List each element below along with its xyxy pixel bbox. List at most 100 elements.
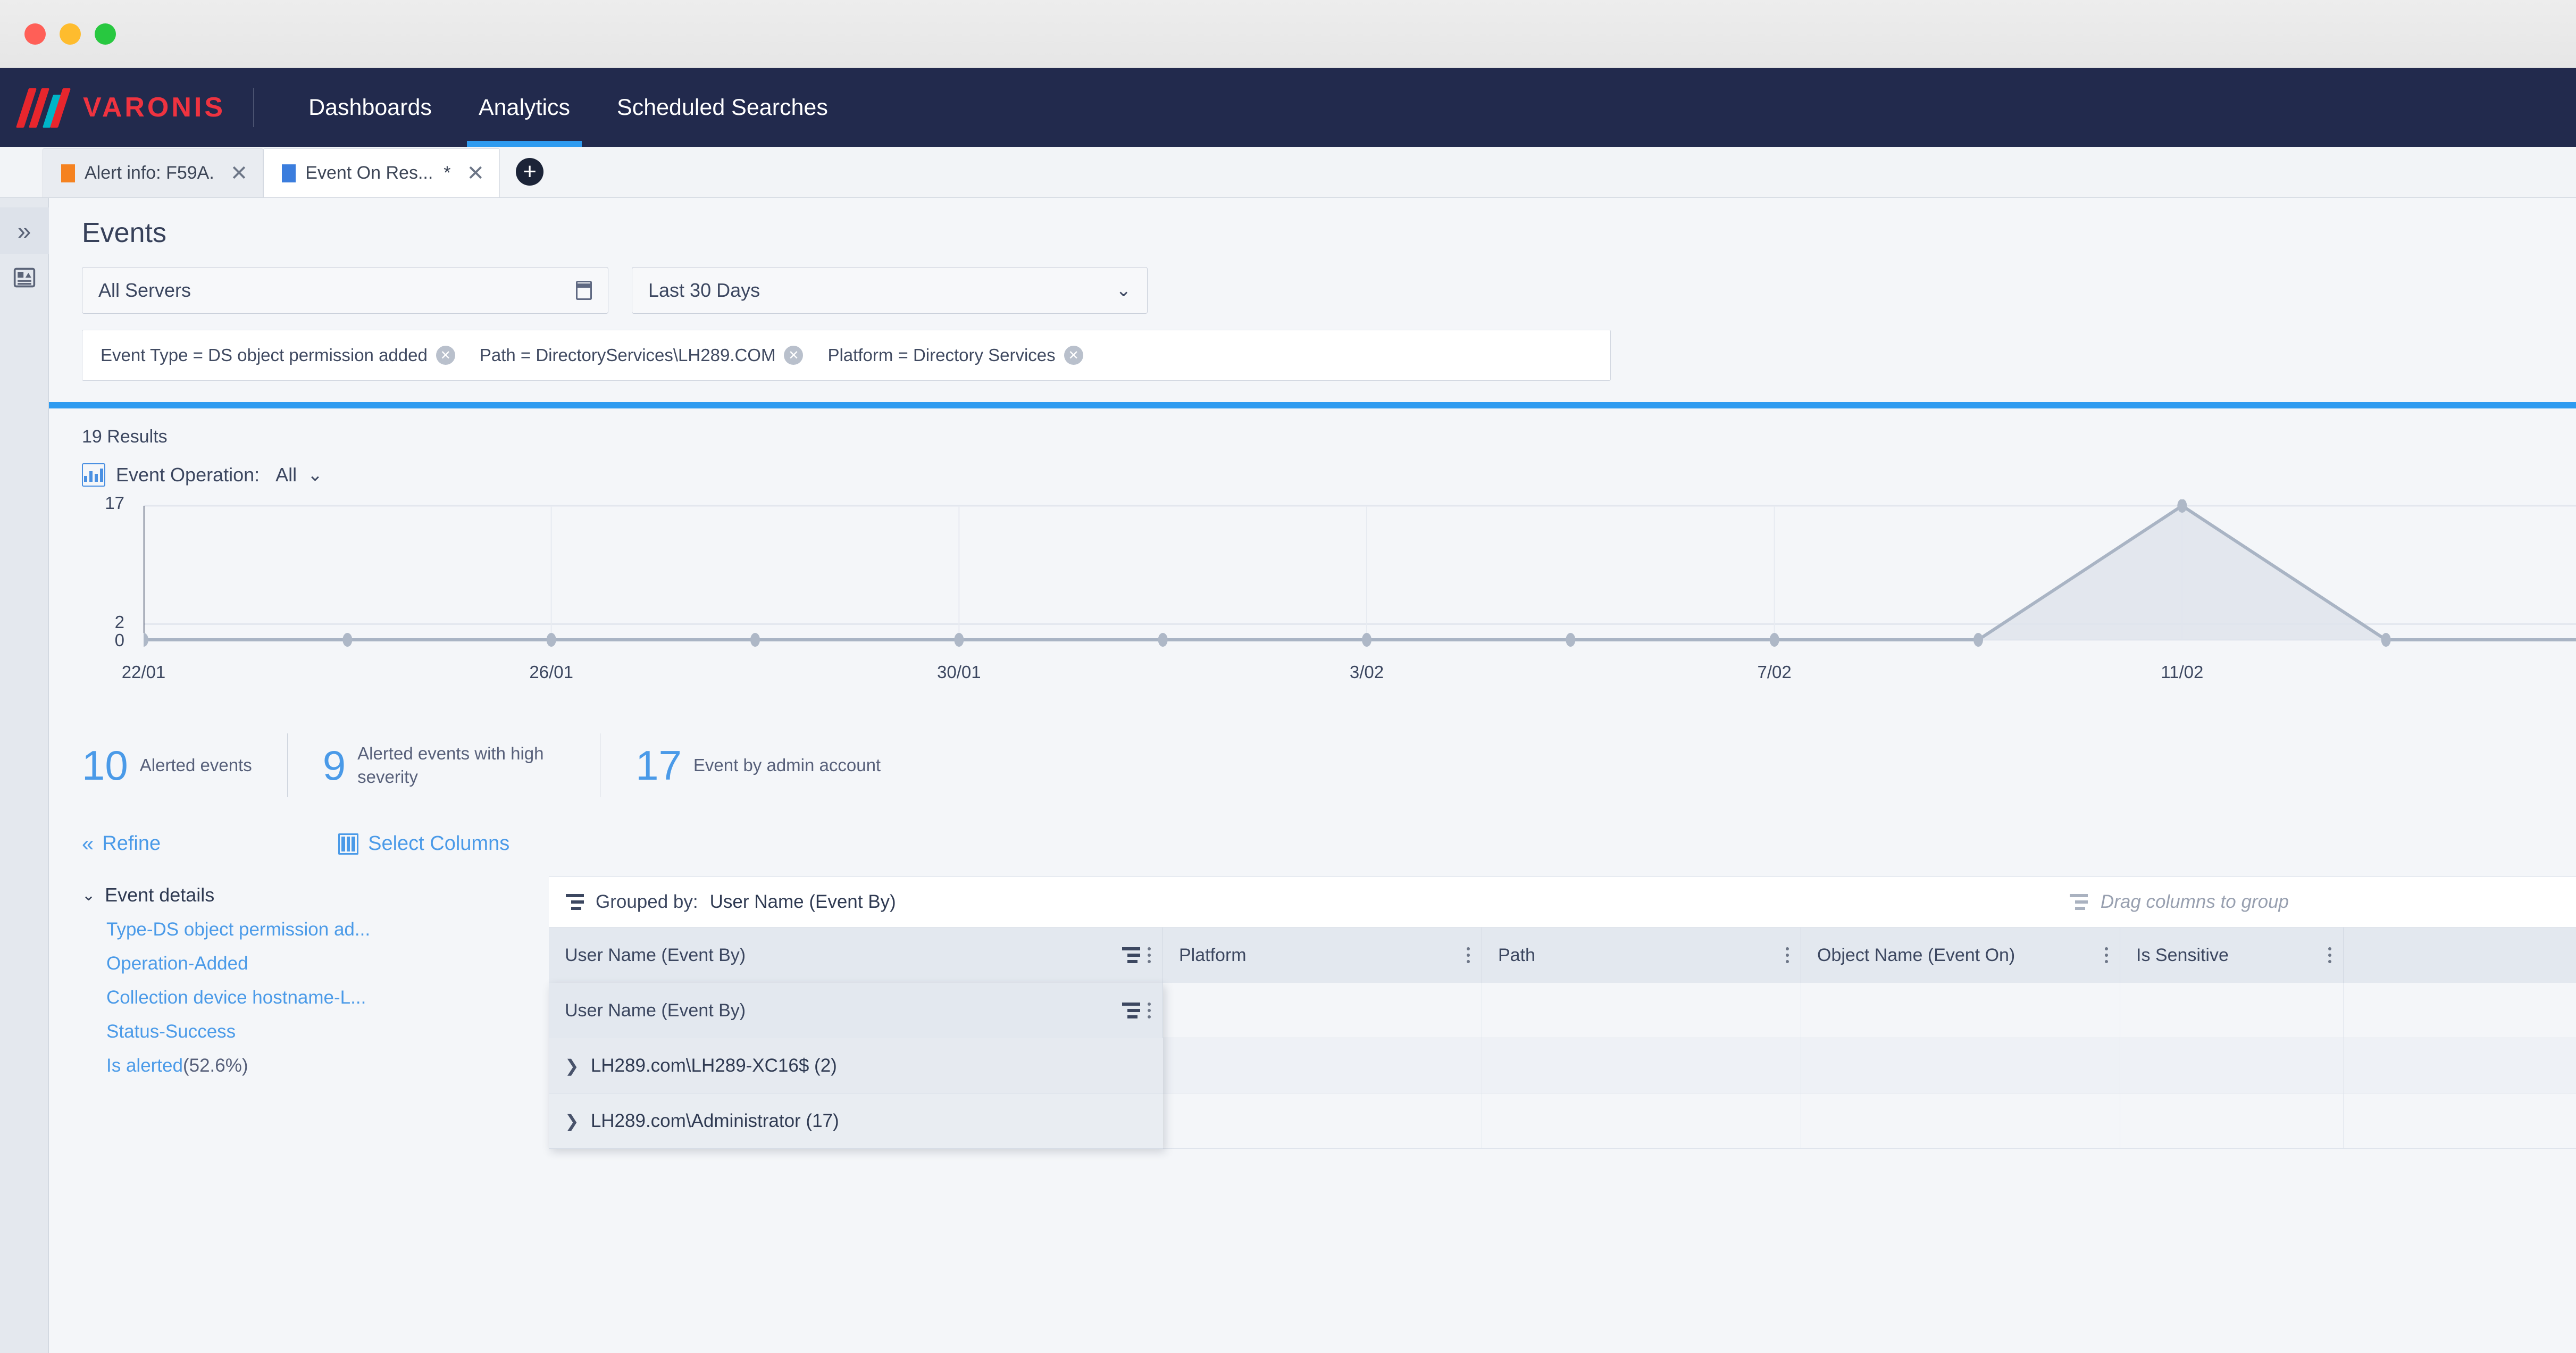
column-menu-icon[interactable] [1467,947,1470,963]
table-cell [1801,983,2120,1038]
nav-item-scheduled-searches[interactable]: Scheduled Searches [593,68,851,147]
group-icon[interactable] [1122,1003,1140,1018]
group-placeholder-icon [2070,894,2088,910]
grid-actions-row: « Refine Select Columns [49,797,2576,855]
chevron-double-left-icon: « [82,833,94,855]
close-window-button[interactable] [24,23,46,45]
y-axis-tick-2: 2 [82,612,124,632]
column-menu-icon[interactable] [2105,947,2108,963]
refine-sidebar: ⌄ Event details Type-DS object permissio… [49,876,549,1149]
chevron-double-right-icon: » [18,219,31,243]
table-cell [1482,1038,1801,1093]
grouped-by-indicator[interactable]: Grouped by: User Name (Event By) [549,891,896,913]
tab-color-swatch-icon [282,164,296,182]
select-columns-label: Select Columns [368,832,509,855]
server-scope-value: All Servers [98,279,191,302]
filter-chip-event-type[interactable]: Event Type = DS object permission added … [101,345,455,365]
close-icon[interactable]: ✕ [467,163,485,184]
tab-event-on-resource[interactable]: Event On Res... * ✕ [263,148,500,197]
column-header-label: User Name (Event By) [565,945,746,966]
refine-item-operation[interactable]: Operation-Added [82,940,549,974]
chevron-down-icon: ⌄ [307,464,323,486]
columns-icon [338,833,358,855]
grid-header-cell[interactable]: Is Sensitive [2120,928,2344,983]
tab-color-swatch-icon [61,164,75,182]
refine-item-is-alerted[interactable]: Is alerted(52.6%) [82,1042,549,1076]
refine-item-status[interactable]: Status-Success [82,1008,549,1042]
time-range-select[interactable]: Last 30 Days ⌄ [632,267,1148,314]
tab-label: Event On Res... [305,163,433,183]
varonis-logo[interactable]: VARONIS [0,87,225,128]
column-header-label: User Name (Event By) [565,1000,746,1021]
minimize-window-button[interactable] [60,23,81,45]
nav-item-dashboards[interactable]: Dashboards [285,68,455,147]
table-cell [1801,1038,2120,1093]
filter-chip-label: Path = DirectoryServices\LH289.COM [480,345,776,365]
close-icon[interactable]: ✕ [230,163,248,184]
refine-section-event-details[interactable]: ⌄ Event details [82,876,549,906]
refine-item-label: Is alerted [106,1055,183,1076]
column-menu-icon[interactable] [1786,947,1789,963]
remove-filter-icon[interactable]: ✕ [436,346,455,365]
page-title: Events [49,198,2576,249]
refine-label: Refine [102,832,161,855]
y-axis-tick-17: 17 [82,493,124,513]
add-tab-button[interactable]: + [516,158,543,186]
filter-chip-platform[interactable]: Platform = Directory Services ✕ [827,345,1083,365]
chevron-right-icon[interactable]: ❯ [565,1111,579,1131]
column-header-label: Platform [1179,945,1247,966]
kpi-events-by-admin-account: 17 Event by admin account [635,745,916,786]
chevron-right-icon[interactable]: ❯ [565,1056,579,1076]
results-count: 19 Results [49,408,2576,447]
expand-panel-button[interactable]: » [0,207,49,254]
saved-reports-button[interactable] [0,254,49,301]
refine-item-type[interactable]: Type-DS object permission ad... [82,906,549,940]
tab-alert-info[interactable]: Alert info: F59A. ✕ [43,148,263,197]
server-scope-select[interactable]: All Servers [82,267,608,314]
refine-item-collection-device-hostname[interactable]: Collection device hostname-L... [82,974,549,1008]
y-axis-tick-0: 0 [82,630,124,650]
server-picker-icon [576,281,592,300]
event-operation-label: Event Operation: [116,464,260,486]
table-cell [1163,1038,1482,1093]
grid-header-row: User Name (Event By) Platform Path Objec… [549,928,2576,983]
group-row[interactable]: ❯ LH289.com\Administrator (17) [549,1093,1163,1149]
varonis-logo-text: VARONIS [83,91,225,123]
section-accent-divider [49,402,2576,408]
remove-filter-icon[interactable]: ✕ [1064,346,1083,365]
varonis-logo-icon [21,87,79,128]
x-axis-tick-label: 7/02 [1758,662,1792,682]
grid-header-cell[interactable]: User Name (Event By) [549,928,1163,983]
bar-chart-icon [82,463,105,487]
left-icon-rail: » [0,198,49,1353]
filter-chip-path[interactable]: Path = DirectoryServices\LH289.COM ✕ [480,345,804,365]
x-axis-tick-label: 26/01 [529,662,573,682]
event-operation-selector[interactable]: Event Operation: All ⌄ [49,447,2576,487]
kpi-summary-row: 10 Alerted events 9 Alerted events with … [49,694,2576,797]
group-row[interactable]: ❯ LH289.com\LH289-XC16$ (2) [549,1038,1163,1093]
kpi-divider [287,733,288,797]
grid-header-cell[interactable]: Platform [1163,928,1482,983]
group-icon[interactable] [1122,947,1140,963]
top-navigation-bar: VARONIS Dashboards Analytics Scheduled S… [0,68,2576,147]
refine-button[interactable]: « Refine [82,832,161,855]
column-menu-icon[interactable] [2328,947,2331,963]
grid-header-cell[interactable]: Object Name (Event On) [1801,928,2120,983]
x-axis-tick-label: 3/02 [1350,662,1384,682]
grid-header-cell-user-name[interactable]: User Name (Event By) [549,983,1163,1038]
select-columns-button[interactable]: Select Columns [338,832,509,855]
nav-item-analytics[interactable]: Analytics [455,68,593,147]
grouped-by-label: Grouped by: [596,891,698,913]
filter-chip-label: Platform = Directory Services [827,345,1055,365]
group-row-label: LH289.com\Administrator (17) [591,1110,839,1132]
remove-filter-icon[interactable]: ✕ [784,346,803,365]
kpi-label: Event by admin account [693,754,881,777]
grid-header-cell[interactable]: Path [1482,928,1801,983]
kpi-label: Alerted events [140,754,252,777]
lower-section: ⌄ Event details Type-DS object permissio… [49,876,2576,1149]
active-filters-bar: Event Type = DS object permission added … [82,330,1611,381]
zoom-window-button[interactable] [95,23,116,45]
column-menu-icon[interactable] [1148,947,1151,963]
column-menu-icon[interactable] [1148,1003,1151,1018]
kpi-value: 9 [323,745,346,786]
